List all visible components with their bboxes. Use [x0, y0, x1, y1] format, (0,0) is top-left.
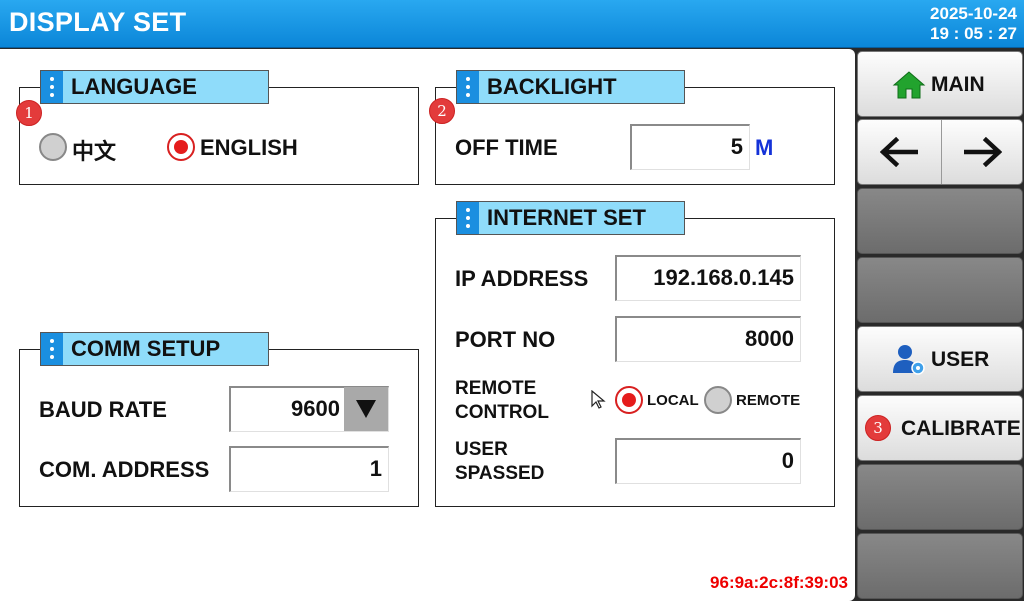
sidebar: MAIN USER 3 CALIBRATE [856, 49, 1024, 601]
radio-local-label[interactable]: LOCAL [647, 392, 699, 409]
ip-address-input[interactable]: 192.168.0.145 [615, 255, 801, 301]
radio-local[interactable] [615, 386, 643, 414]
marker-badge-1: 1 [16, 100, 42, 126]
internet-title: INTERNET SET [487, 205, 646, 230]
user-settings-icon [893, 345, 925, 375]
comm-title: COMM SETUP [71, 336, 221, 361]
radio-chinese[interactable] [39, 133, 67, 161]
ip-address-label: IP ADDRESS [455, 266, 589, 291]
port-label: PORT NO [455, 327, 556, 352]
user-spassed-input[interactable]: 0 [615, 438, 801, 484]
off-time-unit: M [755, 135, 774, 160]
clock-time: 19 : 05 : 27 [930, 24, 1017, 43]
main-button[interactable]: MAIN [857, 51, 1023, 117]
calibrate-button-label: CALIBRATE [901, 417, 1021, 440]
blank-button-4[interactable] [857, 533, 1023, 599]
calibrate-button[interactable]: 3 CALIBRATE [857, 395, 1023, 461]
nav-arrows [857, 119, 1023, 185]
off-time-label: OFF TIME [455, 135, 558, 160]
radio-english[interactable] [167, 133, 195, 161]
internet-legend: INTERNET SET [456, 201, 685, 235]
home-icon [892, 71, 926, 99]
user-spassed-label-2: SPASSED [455, 463, 545, 484]
radio-chinese-label[interactable]: 中文 [72, 134, 116, 166]
language-title: LANGUAGE [71, 74, 197, 99]
marker-badge-2: 2 [429, 98, 455, 124]
settings-content: LANGUAGE 1 中文 ENGLISH BACKLIGHT 2 OFF TI… [0, 49, 855, 601]
menu-dots-icon [41, 71, 63, 103]
main-button-label: MAIN [931, 73, 985, 96]
blank-button-1[interactable] [857, 188, 1023, 254]
backlight-legend: BACKLIGHT [456, 70, 685, 104]
clock: 2025-10-24 19 : 05 : 27 [930, 4, 1017, 44]
arrow-left-icon [880, 137, 918, 167]
off-time-input[interactable]: 5 [630, 124, 750, 170]
backlight-title: BACKLIGHT [487, 74, 617, 99]
cursor-arrow-icon [591, 390, 606, 409]
language-legend: LANGUAGE [40, 70, 269, 104]
com-address-input[interactable]: 1 [229, 446, 389, 492]
mac-address: 96:9a:2c:8f:39:03 [710, 573, 848, 592]
user-button[interactable]: USER [857, 326, 1023, 392]
marker-badge-3: 3 [865, 415, 891, 441]
blank-button-2[interactable] [857, 257, 1023, 323]
title-bar: DISPLAY SET 2025-10-24 19 : 05 : 27 [0, 0, 1024, 48]
baud-rate-value: 9600 [291, 396, 340, 421]
menu-dots-icon [457, 71, 479, 103]
menu-dots-icon [457, 202, 479, 234]
radio-remote-label[interactable]: REMOTE [736, 392, 800, 409]
baud-rate-dropdown-button[interactable] [344, 387, 388, 431]
page-title: DISPLAY SET [9, 7, 187, 37]
com-address-label: COM. ADDRESS [39, 457, 210, 482]
user-spassed-label-1: USER [455, 439, 508, 460]
triangle-down-icon [356, 400, 376, 418]
radio-remote[interactable] [704, 386, 732, 414]
forward-button[interactable] [942, 120, 1024, 184]
remote-control-label-1: REMOTE [455, 378, 537, 399]
radio-english-label[interactable]: ENGLISH [200, 135, 298, 161]
back-button[interactable] [858, 120, 941, 184]
user-button-label: USER [931, 348, 990, 371]
menu-dots-icon [41, 333, 63, 365]
port-input[interactable]: 8000 [615, 316, 801, 362]
comm-legend: COMM SETUP [40, 332, 269, 366]
remote-control-label-2: CONTROL [455, 402, 549, 423]
clock-date: 2025-10-24 [930, 4, 1017, 23]
baud-rate-label: BAUD RATE [39, 397, 167, 422]
blank-button-3[interactable] [857, 464, 1023, 530]
arrow-right-icon [964, 137, 1002, 167]
